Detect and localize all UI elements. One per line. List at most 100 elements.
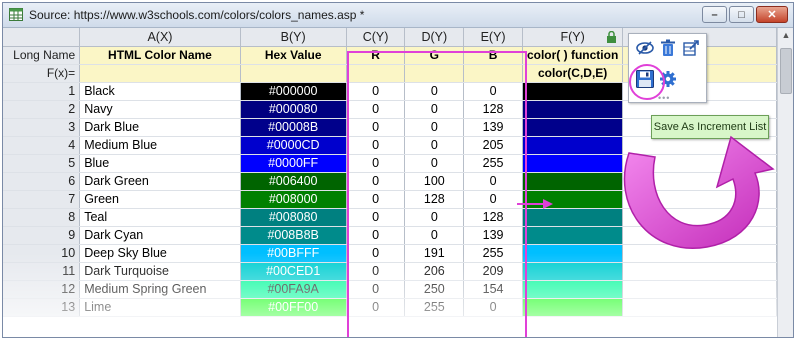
g-value-cell[interactable]: 191 [404, 244, 465, 263]
row-number[interactable]: 9 [3, 226, 81, 245]
color-swatch-cell[interactable] [522, 118, 624, 137]
row-number[interactable]: 11 [3, 262, 81, 281]
hex-value-cell[interactable]: #008000 [240, 190, 347, 209]
r-value-cell[interactable]: 0 [346, 172, 406, 191]
g-value-cell[interactable]: 0 [404, 118, 465, 137]
r-value-cell[interactable]: 0 [346, 280, 406, 299]
b-value-cell[interactable]: 0 [463, 190, 523, 209]
hex-value-cell[interactable]: #008080 [240, 208, 347, 227]
b-value-cell[interactable]: 255 [463, 244, 523, 263]
formula-cell[interactable] [463, 64, 523, 83]
vertical-scrollbar[interactable]: ▲ [777, 28, 793, 337]
hex-value-cell[interactable]: #000080 [240, 100, 347, 119]
column-header[interactable]: D(Y) [404, 28, 465, 47]
color-name-cell[interactable]: Teal [79, 208, 241, 227]
row-number[interactable]: 8 [3, 208, 81, 227]
long-name-cell[interactable]: G [404, 46, 465, 65]
color-name-cell[interactable]: Lime [79, 298, 241, 317]
hex-value-cell[interactable]: #00BFFF [240, 244, 347, 263]
r-value-cell[interactable]: 0 [346, 82, 406, 101]
formula-cell[interactable] [79, 64, 241, 83]
r-value-cell[interactable]: 0 [346, 136, 406, 155]
g-value-cell[interactable]: 255 [404, 298, 465, 317]
row-number[interactable]: 1 [3, 82, 81, 101]
b-value-cell[interactable]: 205 [463, 136, 523, 155]
color-name-cell[interactable]: Deep Sky Blue [79, 244, 241, 263]
color-name-cell[interactable]: Medium Blue [79, 136, 241, 155]
formula-cell[interactable] [404, 64, 465, 83]
b-value-cell[interactable]: 139 [463, 226, 523, 245]
hex-value-cell[interactable]: #006400 [240, 172, 347, 191]
color-name-cell[interactable]: Black [79, 82, 241, 101]
row-number[interactable]: 13 [3, 298, 81, 317]
g-value-cell[interactable]: 250 [404, 280, 465, 299]
formula-cell[interactable] [346, 64, 406, 83]
g-value-cell[interactable]: 0 [404, 82, 465, 101]
delete-icon[interactable] [658, 38, 678, 58]
g-value-cell[interactable]: 128 [404, 190, 465, 209]
b-value-cell[interactable]: 0 [463, 172, 523, 191]
long-name-cell[interactable]: B [463, 46, 523, 65]
b-value-cell[interactable]: 128 [463, 100, 523, 119]
formula-cell[interactable]: color(C,D,E) [522, 64, 624, 83]
b-value-cell[interactable]: 154 [463, 280, 523, 299]
formula-cell[interactable] [240, 64, 347, 83]
row-number[interactable]: 4 [3, 136, 81, 155]
long-name-cell[interactable]: HTML Color Name [79, 46, 241, 65]
color-name-cell[interactable]: Dark Green [79, 172, 241, 191]
hex-value-cell[interactable]: #00008B [240, 118, 347, 137]
column-header[interactable]: F(Y) [522, 28, 624, 47]
color-name-cell[interactable]: Dark Cyan [79, 226, 241, 245]
corner-cell[interactable] [3, 28, 81, 47]
color-name-cell[interactable]: Green [79, 190, 241, 209]
hex-value-cell[interactable]: #00FF00 [240, 298, 347, 317]
r-value-cell[interactable]: 0 [346, 226, 406, 245]
r-value-cell[interactable]: 0 [346, 154, 406, 173]
b-value-cell[interactable]: 255 [463, 154, 523, 173]
b-value-cell[interactable]: 128 [463, 208, 523, 227]
column-header[interactable]: B(Y) [240, 28, 347, 47]
export-icon[interactable] [681, 38, 701, 58]
b-value-cell[interactable]: 0 [463, 82, 523, 101]
column-header[interactable]: C(Y) [346, 28, 406, 47]
row-number[interactable]: 2 [3, 100, 81, 119]
g-value-cell[interactable]: 0 [404, 226, 465, 245]
color-name-cell[interactable]: Dark Turquoise [79, 262, 241, 281]
row-number[interactable]: 12 [3, 280, 81, 299]
color-swatch-cell[interactable] [522, 100, 624, 119]
g-value-cell[interactable]: 206 [404, 262, 465, 281]
hex-value-cell[interactable]: #00CED1 [240, 262, 347, 281]
g-value-cell[interactable]: 100 [404, 172, 465, 191]
r-value-cell[interactable]: 0 [346, 298, 406, 317]
hex-value-cell[interactable]: #0000FF [240, 154, 347, 173]
row-number[interactable]: 3 [3, 118, 81, 137]
row-number[interactable]: 7 [3, 190, 81, 209]
row-number[interactable]: 6 [3, 172, 81, 191]
hex-value-cell[interactable]: #00FA9A [240, 280, 347, 299]
b-value-cell[interactable]: 209 [463, 262, 523, 281]
scroll-thumb[interactable] [780, 48, 792, 94]
scroll-up-icon[interactable]: ▲ [778, 30, 793, 40]
b-value-cell[interactable]: 0 [463, 298, 523, 317]
g-value-cell[interactable]: 0 [404, 100, 465, 119]
r-value-cell[interactable]: 0 [346, 244, 406, 263]
hex-value-cell[interactable]: #0000CD [240, 136, 347, 155]
maximize-button[interactable]: □ [729, 6, 754, 23]
color-swatch-cell[interactable] [522, 280, 624, 299]
close-button[interactable]: ✕ [756, 6, 788, 23]
row-number[interactable]: 5 [3, 154, 81, 173]
long-name-cell[interactable]: R [346, 46, 406, 65]
g-value-cell[interactable]: 0 [404, 208, 465, 227]
hex-value-cell[interactable]: #008B8B [240, 226, 347, 245]
color-swatch-cell[interactable] [522, 82, 624, 101]
minimize-button[interactable]: – [702, 6, 727, 23]
r-value-cell[interactable]: 0 [346, 208, 406, 227]
r-value-cell[interactable]: 0 [346, 262, 406, 281]
color-name-cell[interactable]: Medium Spring Green [79, 280, 241, 299]
g-value-cell[interactable]: 0 [404, 154, 465, 173]
row-number[interactable]: 10 [3, 244, 81, 263]
column-header[interactable]: E(Y) [463, 28, 523, 47]
r-value-cell[interactable]: 0 [346, 190, 406, 209]
hex-value-cell[interactable]: #000000 [240, 82, 347, 101]
column-header[interactable]: A(X) [79, 28, 241, 47]
